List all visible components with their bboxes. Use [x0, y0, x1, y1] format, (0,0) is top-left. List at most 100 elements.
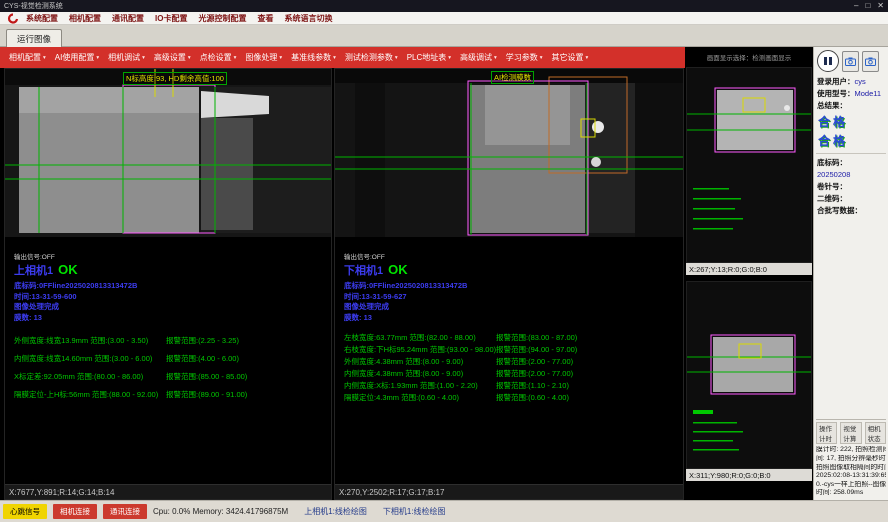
display-mode-caption: 画面显示选择：检测画面显示 [685, 47, 813, 67]
run-controls [814, 47, 888, 76]
toolbar-button-advanced-debug[interactable]: 高级调试▾ [456, 50, 501, 65]
output-signal-text: 输出信号:OFF [344, 251, 683, 261]
tab-camera-state[interactable]: 相机状态 [865, 422, 886, 444]
total-result-value: 合格 [814, 112, 888, 131]
chevron-down-icon: ▾ [448, 55, 451, 61]
menu-item-io-config[interactable]: IO卡配置 [155, 13, 187, 24]
toolbar-button-other-settings[interactable]: 其它设置▾ [548, 50, 593, 65]
barcode-text: 底标码:0FFline2025020813313472B [344, 281, 683, 292]
pause-button[interactable] [817, 50, 839, 72]
measurement-text: X标定差:92.05mm 范围:(80.00 - 86.00) [14, 368, 166, 386]
app-logo-icon [4, 13, 20, 24]
preview-top-image[interactable] [686, 67, 812, 263]
camera-top-select-button[interactable] [842, 51, 859, 72]
menu-item-light-config[interactable]: 光源控制配置 [198, 13, 246, 24]
measurement-row: 外侧宽度:4.38mm 范围:(8.00 - 9.00)报警范围:(2.00 -… [344, 356, 683, 368]
comm-connection-badge: 通讯连接 [103, 504, 147, 519]
menu-item-view[interactable]: 查看 [257, 13, 273, 24]
tab-vision-calc[interactable]: 视觉计算 [840, 422, 861, 444]
bottom-camera-scene [335, 69, 683, 237]
measurement-row: 左枝宽度:63.77mm 范围:(82.00 - 88.00)报警范围:(83.… [344, 332, 683, 344]
chevron-down-icon: ▾ [188, 55, 191, 61]
toolbar-button-spot-check[interactable]: 点检设置▾ [196, 50, 241, 65]
alarm-range-text: 报警范围:(89.00 - 91.00) [166, 386, 331, 404]
measurement-row: 外侧宽度:线宽13.9mm 范围:(3.00 - 3.50)报警范围:(2.25… [14, 332, 331, 350]
alarm-range-text: 报警范围:(83.00 - 87.00) [496, 332, 683, 344]
toolbar-button-baseline-params[interactable]: 基准线参数▾ [287, 50, 340, 65]
timing-text: 间: 17, 拍照分辨毫秒时间: 0, [816, 455, 886, 464]
measurement-row: 内侧宽度:线宽14.60mm 范围:(3.00 - 6.00)报警范围:(4.0… [14, 350, 331, 368]
right-info-panel: 登录用户：cys 使用型号：Mode11 总结果： 合格 合格 底标码： 202… [813, 47, 888, 500]
measurement-row: 内侧宽度:X标:1.93mm 范围:(1.00 - 2.20)报警范围:(1.1… [344, 380, 683, 392]
maximize-button[interactable]: □ [865, 1, 870, 11]
toolbar-button-learning-params[interactable]: 学习参数▾ [502, 50, 547, 65]
bottom-view-annotation: AI检测膜数 [491, 71, 534, 84]
tab-operation-timing[interactable]: 操作计时 [816, 422, 837, 444]
total-result-label: 总结果： [817, 101, 847, 110]
camera-bottom-select-button[interactable] [862, 51, 879, 72]
window-title: CYS-视觉检测系统 [4, 1, 63, 11]
chevron-down-icon: ▾ [279, 55, 282, 61]
pixel-coordinate-readout: X:311;Y:980;R:0;G:0;B:0 [686, 469, 812, 481]
toolbar-button-advanced-settings[interactable]: 高级设置▾ [150, 50, 195, 65]
chevron-down-icon: ▾ [96, 55, 99, 61]
titlebar: CYS-视觉检测系统 – □ ✕ [0, 0, 888, 12]
measurement-row: 右枝宽度:下H标95.24mm 范围:(93.00 - 98.00)报警范围:(… [344, 344, 683, 356]
tabstrip: 运行图像 [0, 25, 888, 47]
measurement-text: 内侧宽度:线宽14.60mm 范围:(3.00 - 6.00) [14, 350, 166, 368]
menu-item-system-config[interactable]: 系统配置 [26, 13, 58, 24]
film-count-text: 膜数: 13 [344, 313, 683, 324]
chevron-down-icon: ▾ [586, 55, 589, 61]
camera-icon [845, 57, 856, 66]
preview-top-scene [687, 68, 811, 262]
timing-text: 时间: 258.09ms [816, 489, 886, 498]
measurement-text: 外侧宽度:线宽13.9mm 范围:(3.00 - 3.50) [14, 332, 166, 350]
timestamp-text: 时间:13-31-59-627 [344, 292, 683, 303]
toolbar-button-camera-config[interactable]: 相机配置▾ [5, 50, 50, 65]
bottom-camera-image[interactable]: AI检测膜数 [335, 69, 683, 237]
chevron-down-icon: ▾ [43, 55, 46, 61]
model-value: Mode11 [855, 89, 882, 98]
batch-write-label: 合批写数据： [817, 206, 862, 215]
toolbar-button-plc-table[interactable]: PLC地址表▾ [403, 50, 455, 65]
top-camera-image[interactable]: N标高度:93, HD剩余高值:100 [5, 69, 331, 237]
menu-item-language-switch[interactable]: 系统语言切换 [284, 13, 332, 24]
barcode-text: 底标码:0FFline2025020813313472B [14, 281, 331, 292]
timing-text: 0.-cys一样上拍照--图像处理 [816, 481, 886, 490]
alarm-range-text: 报警范围:(1.10 - 2.10) [496, 380, 683, 392]
statusbar: 心跳信号 相机连接 通讯连接 Cpu: 0.0% Memory: 3424.41… [0, 500, 888, 522]
measurement-row: 隔膜定位-上H标:56mm 范围:(88.00 - 92.00)报警范围:(89… [14, 386, 331, 404]
pause-icon [829, 57, 832, 65]
measurement-row: 内侧宽度:4.38mm 范围:(8.00 - 9.00)报警范围:(2.00 -… [344, 368, 683, 380]
minimize-button[interactable]: – [854, 1, 858, 11]
alarm-range-text: 报警范围:(94.00 - 97.00) [496, 344, 683, 356]
status-badge: OK [388, 262, 408, 277]
toolbar-button-test-params[interactable]: 测试检测参数▾ [341, 50, 402, 65]
toolbar-button-image-process[interactable]: 图像处理▾ [241, 50, 286, 65]
measurement-text: 左枝宽度:63.77mm 范围:(82.00 - 88.00) [344, 332, 496, 344]
measurement-text: 右枝宽度:下H标95.24mm 范围:(93.00 - 98.00) [344, 344, 496, 356]
tab-run-image[interactable]: 运行图像 [6, 29, 62, 47]
timestamp-text: 时间:13-31-59-600 [14, 292, 331, 303]
timing-text: 拍照图像取相隔间的时间 [816, 464, 886, 473]
camera-name-label: 上相机1 [14, 262, 53, 278]
bottom-camera-view: AI检测膜数 输出信号:OFF 下相机1 OK 底标码:0FFline20250… [334, 68, 684, 500]
output-signal-text: 输出信号:OFF [14, 251, 331, 261]
chevron-down-icon: ▾ [142, 55, 145, 61]
measurement-list: 外侧宽度:线宽13.9mm 范围:(3.00 - 3.50)报警范围:(2.25… [14, 332, 331, 404]
process-status-text: 图像处理完成 [14, 302, 331, 313]
preview-bottom-image[interactable] [686, 281, 812, 469]
timing-info-panel: 操作计时 视觉计算 相机状态 膜计时: 222, 拍照检测间隔时 间: 17, … [816, 419, 886, 498]
measurement-row: X标定差:92.05mm 范围:(80.00 - 86.00)报警范围:(85.… [14, 368, 331, 386]
top-camera-scene [5, 69, 331, 237]
toolbar-button-camera-debug[interactable]: 相机调试▾ [104, 50, 149, 65]
toolbar-button-ai-config[interactable]: AI使用配置▾ [51, 50, 103, 65]
measurement-list: 左枝宽度:63.77mm 范围:(82.00 - 88.00)报警范围:(83.… [344, 332, 683, 404]
toolbar: 相机配置▾ AI使用配置▾ 相机调试▾ 高级设置▾ 点检设置▾ 图像处理▾ 基准… [0, 47, 685, 68]
model-label: 使用型号： [817, 89, 855, 98]
close-button[interactable]: ✕ [877, 1, 884, 11]
qr-code-label: 二维码： [817, 194, 847, 203]
menu-item-comm-config[interactable]: 通讯配置 [112, 13, 144, 24]
window-controls: – □ ✕ [854, 1, 884, 11]
menu-item-camera-config[interactable]: 相机配置 [69, 13, 101, 24]
